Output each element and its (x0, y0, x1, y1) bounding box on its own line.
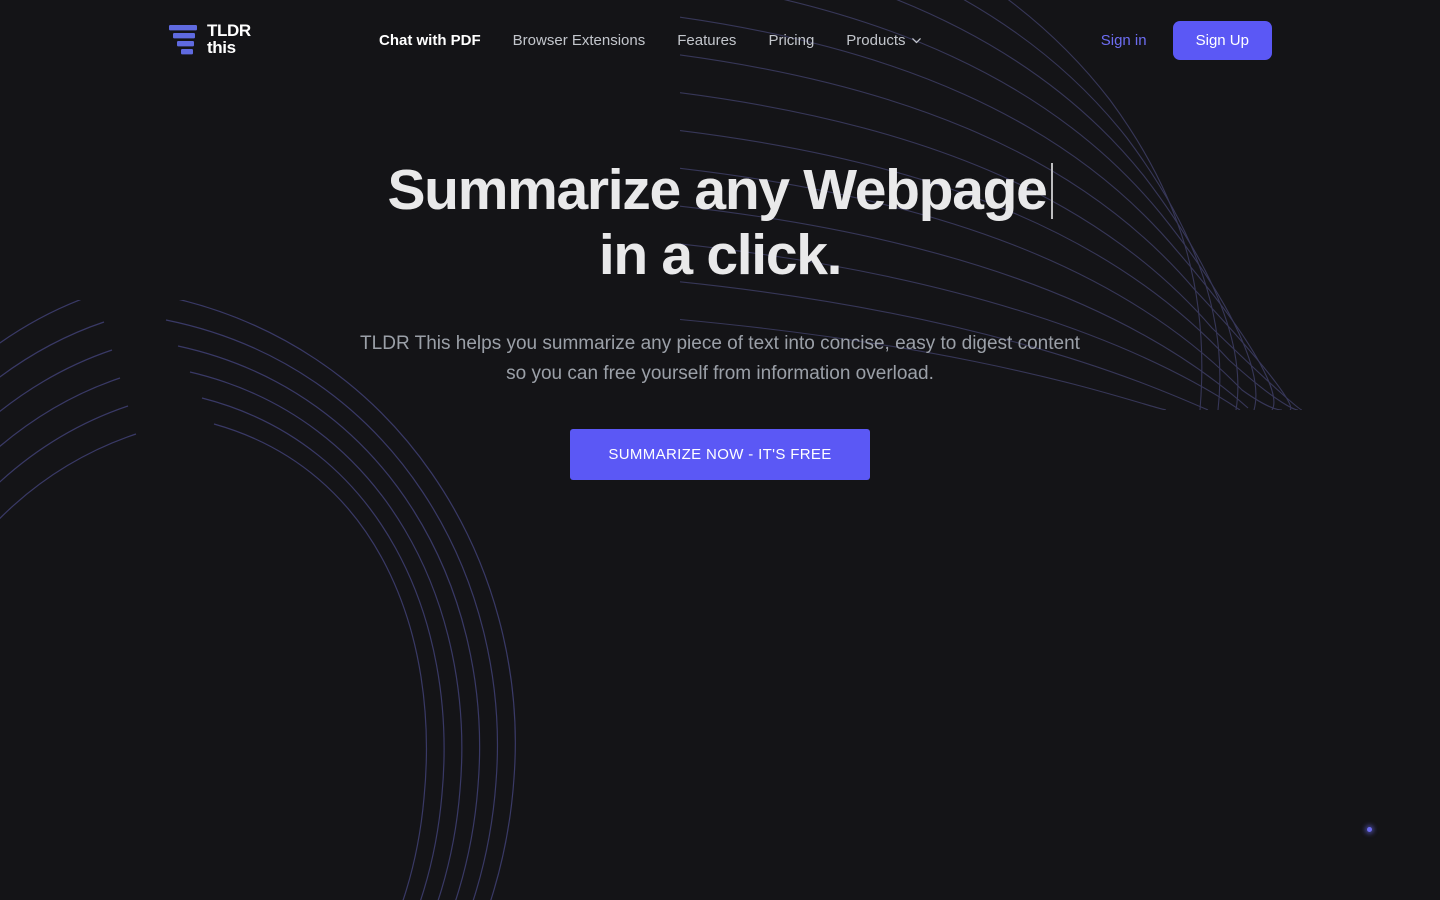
funnel-logo-icon (169, 25, 197, 55)
nav-item-products[interactable]: Products (846, 32, 921, 49)
hero-section: Summarize any Webpage in a click. TLDR T… (0, 80, 1440, 480)
chevron-down-icon (911, 37, 921, 43)
nav-item-pricing[interactable]: Pricing (768, 32, 814, 49)
nav-label: Pricing (768, 31, 815, 49)
hero-heading-line-2: in a click. (598, 222, 843, 287)
hero-heading-line-1: Summarize any Webpage (387, 158, 1047, 222)
nav-label: Browser Extensions (512, 31, 646, 49)
brand-line-2: this (207, 38, 236, 57)
brand-logo-link[interactable]: TLDR this (168, 23, 251, 57)
typing-caret (1050, 163, 1053, 219)
site-header: TLDR this Chat with PDF Browser Extensio… (0, 0, 1440, 80)
page-root: TLDR this Chat with PDF Browser Extensio… (0, 0, 1440, 900)
nav-item-features[interactable]: Features (677, 32, 736, 49)
spark-dot (1367, 827, 1372, 832)
hero-subheading: TLDR This helps you summarize any piece … (360, 332, 1080, 384)
sign-in-link[interactable]: Sign in (1101, 32, 1147, 49)
nav-label: Products (846, 31, 906, 49)
summarize-now-cta-button[interactable]: SUMMARIZE NOW - IT'S FREE (570, 428, 870, 480)
main-navigation: Chat with PDF Browser Extensions Feature… (379, 32, 922, 49)
nav-item-browser-extensions[interactable]: Browser Extensions (513, 32, 646, 49)
brand-wordmark: TLDR this (207, 23, 251, 56)
nav-item-chat-with-pdf[interactable]: Chat with PDF (379, 32, 481, 49)
nav-label: Features (677, 31, 737, 49)
sign-up-button[interactable]: Sign Up (1172, 20, 1272, 60)
hero-heading: Summarize any Webpage in a click. (340, 158, 1100, 288)
auth-actions: Sign in Sign Up (1101, 20, 1272, 60)
nav-label: Chat with PDF (379, 31, 481, 49)
